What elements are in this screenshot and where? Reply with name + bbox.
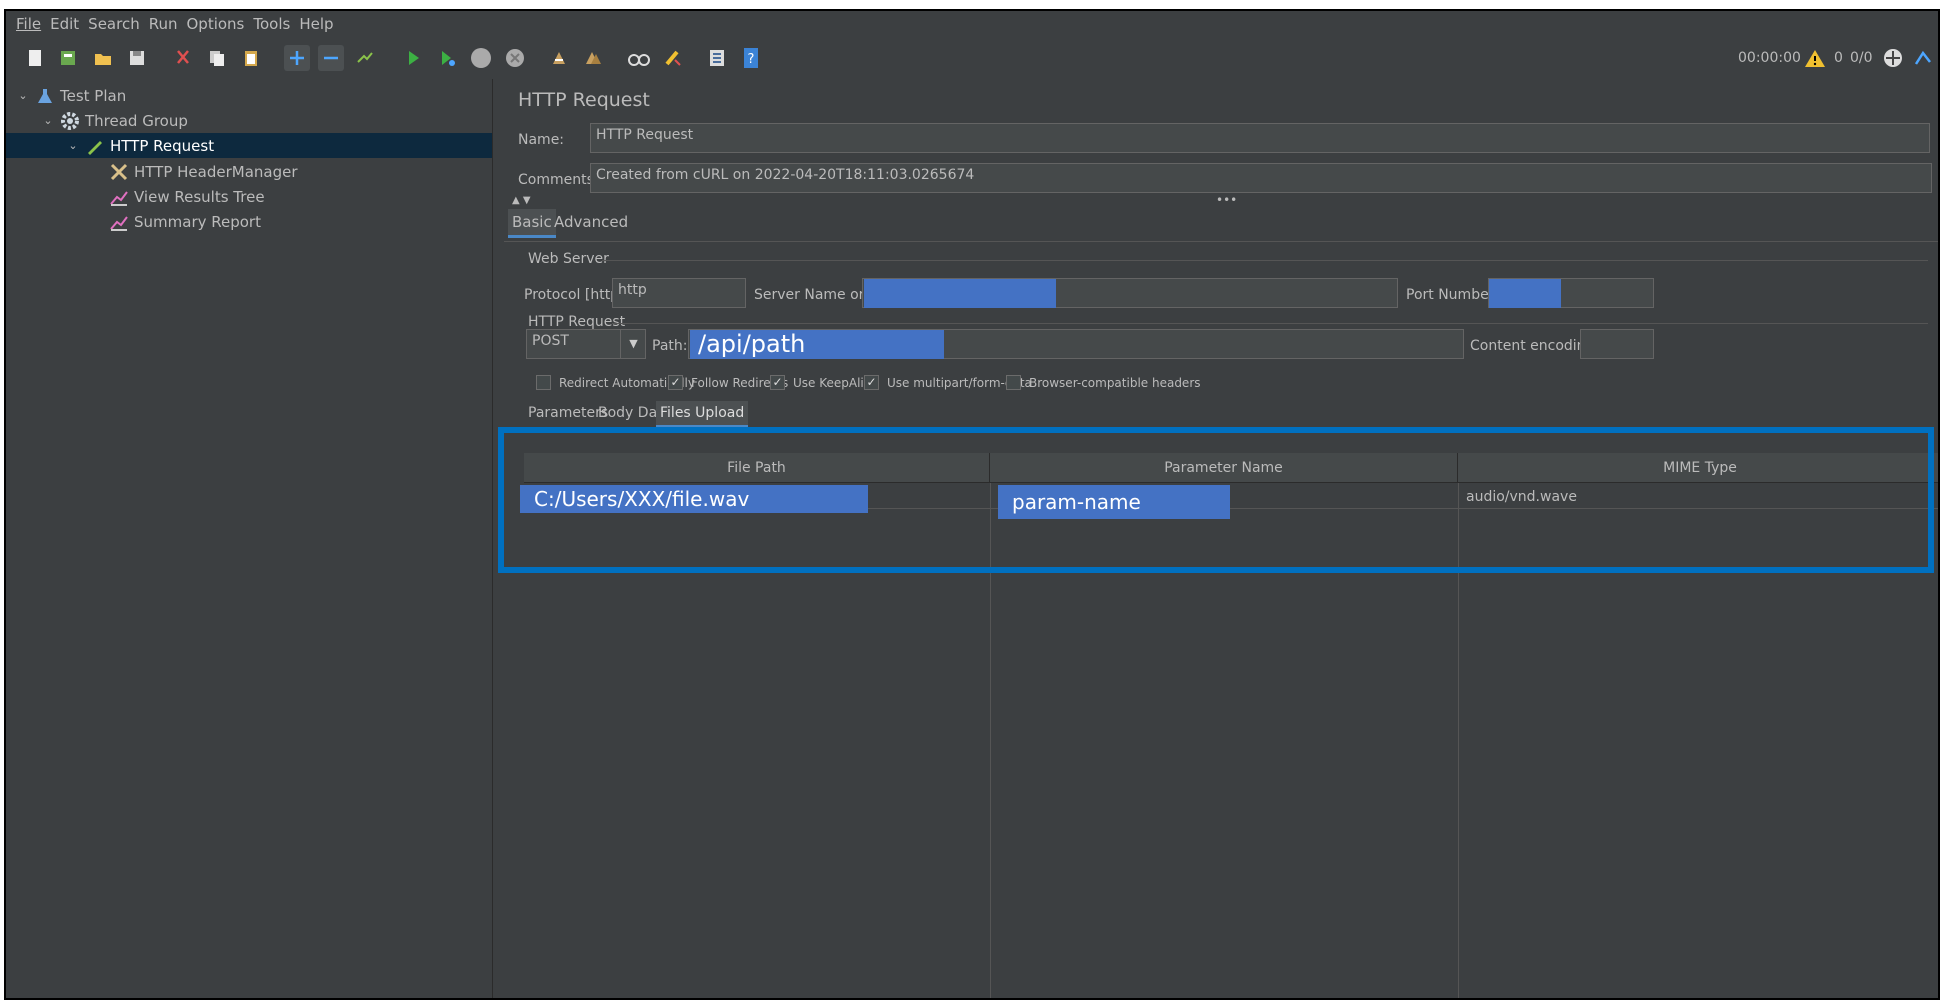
pencil-icon [84,136,106,156]
tab-files-upload[interactable]: Files Upload [656,401,749,428]
chevron-down-icon[interactable]: ⌄ [41,114,55,127]
start-icon[interactable] [400,45,426,71]
menu-help[interactable]: Help [299,15,333,33]
redacted-port [1489,279,1561,308]
menu-run[interactable]: Run [149,15,178,33]
chart-icon [108,187,130,207]
path-value: /api/path [690,330,944,359]
http-request-group-label: HTTP Request [528,314,626,330]
menu-edit[interactable]: Edit [50,15,79,33]
panel-title: HTTP Request [518,89,650,111]
elapsed-timer: 00:00:00 [1738,50,1801,66]
warning-count: 0 [1834,50,1843,66]
tab-basic[interactable]: Basic [508,209,556,238]
test-plan-tree: ⌄ Test Plan ⌄ Thread Group ⌄ HTTP Reques… [6,79,492,998]
comments-label: Comments: [518,172,599,188]
flask-icon [34,86,56,106]
group-divider [602,260,1928,261]
menu-file[interactable]: File [16,15,41,33]
clear-all-icon[interactable] [580,45,606,71]
encoding-input[interactable] [1580,329,1654,359]
chevron-down-icon[interactable]: ▼ [620,330,646,358]
redacted-server [864,279,1056,308]
chart-icon [108,212,130,232]
menu-options[interactable]: Options [186,15,244,33]
drag-handle-icon[interactable]: ••• [1216,193,1237,207]
function-helper-icon[interactable] [704,45,730,71]
open-icon[interactable] [90,45,116,71]
gear-icon [59,111,81,131]
tools-icon [108,162,130,182]
save-icon[interactable] [124,45,150,71]
remote-icon[interactable] [1880,45,1906,71]
tab-divider [504,241,1938,242]
log-icon[interactable] [1910,45,1936,71]
menu-tools[interactable]: Tools [253,15,290,33]
toolbar: ? 00:00:00 0 0/0 [6,39,1938,79]
menu-bar: File Edit Search Run Options Tools Help [6,11,1938,37]
use-keepalive-checkbox[interactable]: ✓ Use KeepAlive [770,375,878,390]
templates-icon[interactable] [56,45,82,71]
tree-item-summary-report[interactable]: Summary Report [6,209,492,234]
tree-item-http-request[interactable]: ⌄ HTTP Request [6,133,492,158]
menu-search[interactable]: Search [88,15,140,33]
copy-icon[interactable] [204,45,230,71]
search-icon[interactable] [626,45,652,71]
tree-item-header-manager[interactable]: HTTP HeaderManager [6,159,492,184]
new-icon[interactable] [22,45,48,71]
chevron-down-icon[interactable]: ⌄ [16,89,30,102]
reset-search-icon[interactable] [660,45,686,71]
name-input[interactable]: HTTP Request [590,123,1930,153]
tree-item-view-results-tree[interactable]: View Results Tree [6,184,492,209]
chevron-down-icon[interactable]: ⌄ [66,139,80,152]
warning-icon[interactable] [1802,45,1828,71]
paste-icon[interactable] [238,45,264,71]
stop-icon[interactable] [468,45,494,71]
tree-item-test-plan[interactable]: ⌄ Test Plan [6,83,492,108]
expand-icon[interactable] [284,45,310,71]
browser-compatible-headers-checkbox[interactable]: Browser-compatible headers [1006,375,1201,390]
thread-count: 0/0 [1850,50,1873,66]
highlight-frame [498,427,1934,573]
group-divider [612,323,1928,324]
path-label: Path: [652,338,688,354]
cut-icon[interactable] [170,45,196,71]
jmeter-window: File Edit Search Run Options Tools Help … [4,9,1940,1000]
start-no-pauses-icon[interactable] [434,45,460,71]
port-label: Port Number: [1406,287,1499,303]
name-label: Name: [518,132,565,148]
collapse-icon[interactable] [318,45,344,71]
collapse-arrows-icon[interactable]: ▲ ▼ [512,195,531,206]
shutdown-icon[interactable] [502,45,528,71]
protocol-input[interactable]: http [612,278,746,308]
toggle-icon[interactable] [352,45,378,71]
svg-text:?: ? [748,52,755,67]
help-icon[interactable]: ? [738,45,764,71]
config-tabs: Basic Advanced [504,209,1938,239]
tree-item-thread-group[interactable]: ⌄ Thread Group [6,108,492,133]
comments-input[interactable]: Created from cURL on 2022-04-20T18:11:03… [590,163,1932,193]
web-server-group-label: Web Server [528,251,609,267]
tab-advanced[interactable]: Advanced [550,209,632,235]
clear-icon[interactable] [546,45,572,71]
